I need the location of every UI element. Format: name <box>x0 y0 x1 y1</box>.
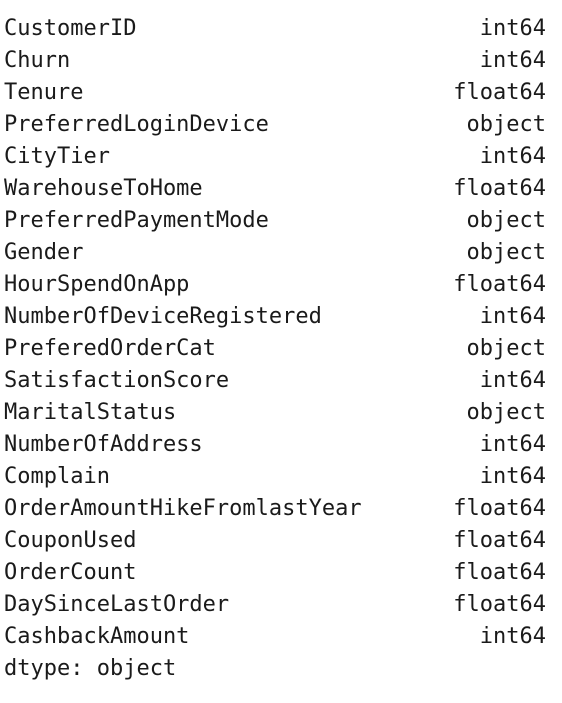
column-dtype: float64 <box>453 528 546 553</box>
dtype-row: Gender object <box>4 237 546 269</box>
column-dtype: object <box>466 208 546 233</box>
dtype-row: PreferredPaymentMode object <box>4 205 546 237</box>
column-dtype: int64 <box>479 48 546 73</box>
dtype-row: CashbackAmount int64 <box>4 621 546 653</box>
column-name: CashbackAmount <box>4 624 190 649</box>
column-dtype: float64 <box>453 80 546 105</box>
column-dtype: float64 <box>453 592 546 617</box>
column-dtype: int64 <box>479 624 546 649</box>
column-name: WarehouseToHome <box>4 176 203 201</box>
column-dtype: object <box>466 400 546 425</box>
column-name: HourSpendOnApp <box>4 272 190 297</box>
dtype-row: MaritalStatus object <box>4 397 546 429</box>
column-name: NumberOfAddress <box>4 432 203 457</box>
dtype-row: HourSpendOnApp float64 <box>4 269 546 301</box>
dtype-row: PreferedOrderCat object <box>4 333 546 365</box>
dtype-row: Tenure float64 <box>4 77 546 109</box>
column-name: Gender <box>4 240 84 265</box>
column-dtype: int64 <box>479 432 546 457</box>
column-name: OrderCount <box>4 560 137 585</box>
column-dtype: float64 <box>453 176 546 201</box>
dtype-row: CouponUsed float64 <box>4 525 546 557</box>
dtype-row: PreferredLoginDevice object <box>4 109 546 141</box>
dtype-row: CityTier int64 <box>4 141 546 173</box>
dtype-row: OrderAmountHikeFromlastYear float64 <box>4 493 546 525</box>
column-dtype: int64 <box>479 16 546 41</box>
column-name: CustomerID <box>4 16 137 41</box>
column-name: MaritalStatus <box>4 400 177 425</box>
dtype-row: CustomerID int64 <box>4 13 546 45</box>
dtype-row: NumberOfAddress int64 <box>4 429 546 461</box>
column-dtype: int64 <box>479 368 546 393</box>
dtype-row: Complain int64 <box>4 461 546 493</box>
column-name: SatisfactionScore <box>4 368 230 393</box>
column-dtype: object <box>466 240 546 265</box>
dtype-row: WarehouseToHome float64 <box>4 173 546 205</box>
column-dtype: int64 <box>479 464 546 489</box>
dtypes-output: CustomerID int64 Churn int64 Tenure floa… <box>4 13 546 685</box>
dtype-row: Churn int64 <box>4 45 546 77</box>
column-dtype: int64 <box>479 144 546 169</box>
column-name: CityTier <box>4 144 110 169</box>
column-name: PreferredLoginDevice <box>4 112 269 137</box>
column-name: PreferedOrderCat <box>4 336 216 361</box>
column-name: Churn <box>4 48 71 73</box>
column-name: Complain <box>4 464 110 489</box>
column-dtype: object <box>466 112 546 137</box>
column-name: OrderAmountHikeFromlastYear <box>4 496 362 521</box>
dtype-row: DaySinceLastOrder float64 <box>4 589 546 621</box>
dtype-row: OrderCount float64 <box>4 557 546 589</box>
dtype-row: SatisfactionScore int64 <box>4 365 546 397</box>
dtype-footer: dtype: object <box>4 656 177 681</box>
dtype-row: NumberOfDeviceRegistered int64 <box>4 301 546 333</box>
column-dtype: object <box>466 336 546 361</box>
column-name: DaySinceLastOrder <box>4 592 230 617</box>
column-name: Tenure <box>4 80 84 105</box>
column-name: CouponUsed <box>4 528 137 553</box>
column-dtype: int64 <box>479 304 546 329</box>
column-dtype: float64 <box>453 560 546 585</box>
column-name: NumberOfDeviceRegistered <box>4 304 322 329</box>
column-name: PreferredPaymentMode <box>4 208 269 233</box>
column-dtype: float64 <box>453 272 546 297</box>
column-dtype: float64 <box>453 496 546 521</box>
